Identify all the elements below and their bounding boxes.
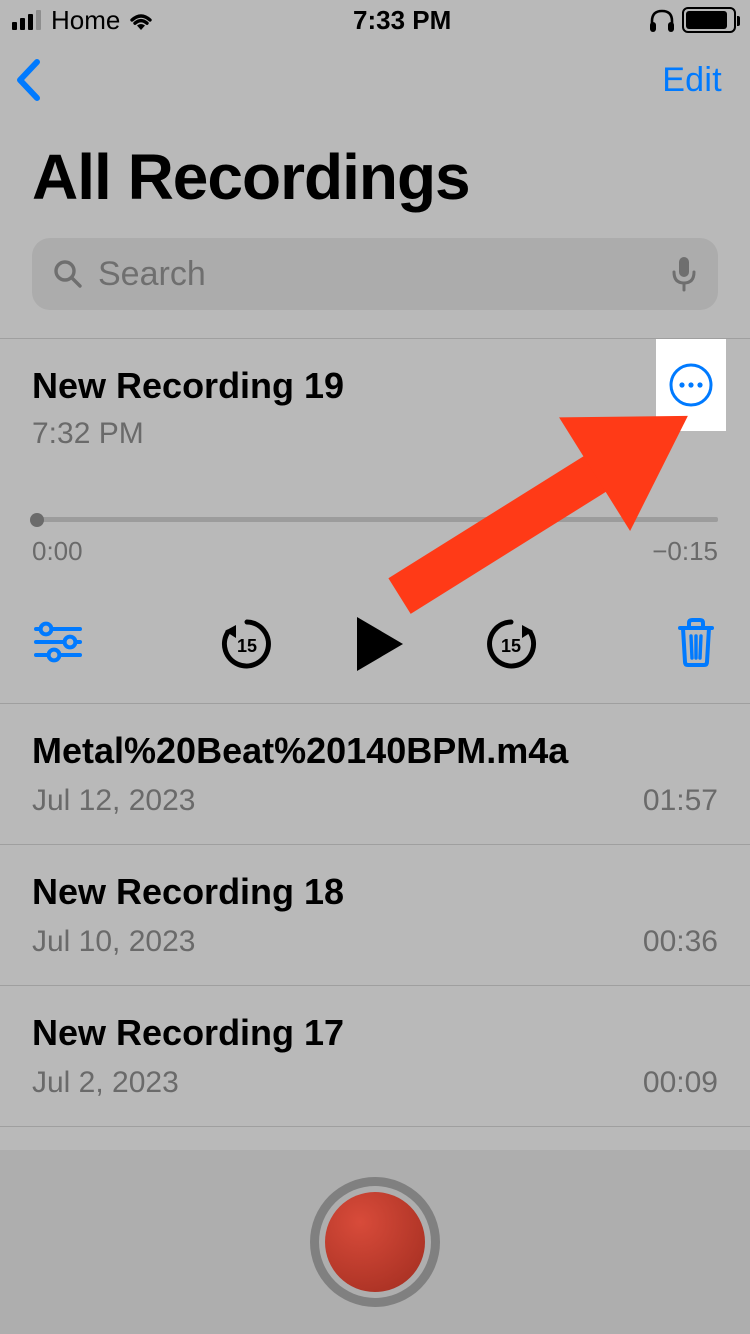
time-elapsed: 0:00	[32, 536, 83, 567]
record-icon	[325, 1192, 425, 1292]
forward-15-icon: 15	[483, 616, 539, 672]
svg-text:15: 15	[501, 636, 521, 656]
recordings-list: Metal%20Beat%20140BPM.m4a Jul 12, 2023 0…	[0, 704, 750, 1203]
recording-row-title: New Recording 17	[32, 1012, 718, 1054]
sliders-icon	[32, 620, 84, 664]
record-button[interactable]	[310, 1177, 440, 1307]
cell-signal-icon	[12, 10, 41, 30]
ellipsis-circle-icon	[668, 362, 714, 408]
more-options-button[interactable]	[656, 339, 726, 431]
status-clock: 7:33 PM	[353, 5, 451, 36]
skip-forward-15-button[interactable]: 15	[483, 616, 539, 672]
nav-bar: Edit	[0, 40, 750, 120]
recording-row-duration: 00:09	[643, 1066, 718, 1100]
back-button[interactable]	[14, 58, 44, 102]
play-icon	[353, 615, 405, 673]
search-icon	[52, 258, 84, 290]
svg-text:15: 15	[237, 636, 257, 656]
recording-row-title: New Recording 18	[32, 871, 718, 913]
recording-row[interactable]: Metal%20Beat%20140BPM.m4a Jul 12, 2023 0…	[0, 704, 750, 845]
status-right	[648, 7, 736, 33]
dictate-icon[interactable]	[670, 255, 698, 293]
recording-row-date: Jul 2, 2023	[32, 1066, 179, 1100]
playback-scrubber[interactable]: 0:00 −0:15	[32, 517, 718, 567]
status-bar: Home 7:33 PM	[0, 0, 750, 40]
delete-button[interactable]	[674, 616, 718, 673]
skip-back-15-button[interactable]: 15	[219, 616, 275, 672]
carrier-label: Home	[51, 5, 120, 36]
headphones-icon	[648, 7, 676, 33]
trash-icon	[674, 616, 718, 668]
rewind-15-icon: 15	[219, 616, 275, 672]
time-remaining: −0:15	[652, 536, 718, 567]
search-placeholder: Search	[98, 255, 656, 294]
search-input[interactable]: Search	[32, 238, 718, 310]
recording-expanded: New Recording 19 7:32 PM 0:00 −0:15	[0, 338, 750, 704]
status-left: Home	[12, 5, 156, 36]
play-button[interactable]	[353, 615, 405, 673]
recording-row-title: Metal%20Beat%20140BPM.m4a	[32, 730, 718, 772]
recording-row-date: Jul 10, 2023	[32, 925, 195, 959]
recording-row[interactable]: New Recording 18 Jul 10, 2023 00:36	[0, 845, 750, 986]
recording-time: 7:32 PM	[32, 417, 344, 451]
recording-row[interactable]: New Recording 17 Jul 2, 2023 00:09	[0, 986, 750, 1127]
page-title: All Recordings	[0, 120, 750, 238]
edit-button[interactable]: Edit	[662, 61, 722, 100]
playback-options-button[interactable]	[32, 620, 84, 669]
recording-row-date: Jul 12, 2023	[32, 784, 195, 818]
wifi-icon	[126, 9, 156, 31]
recording-title[interactable]: New Recording 19	[32, 365, 344, 407]
bottom-dock	[0, 1150, 750, 1334]
battery-icon	[682, 7, 736, 33]
recording-row-duration: 01:57	[643, 784, 718, 818]
recording-row-duration: 00:36	[643, 925, 718, 959]
